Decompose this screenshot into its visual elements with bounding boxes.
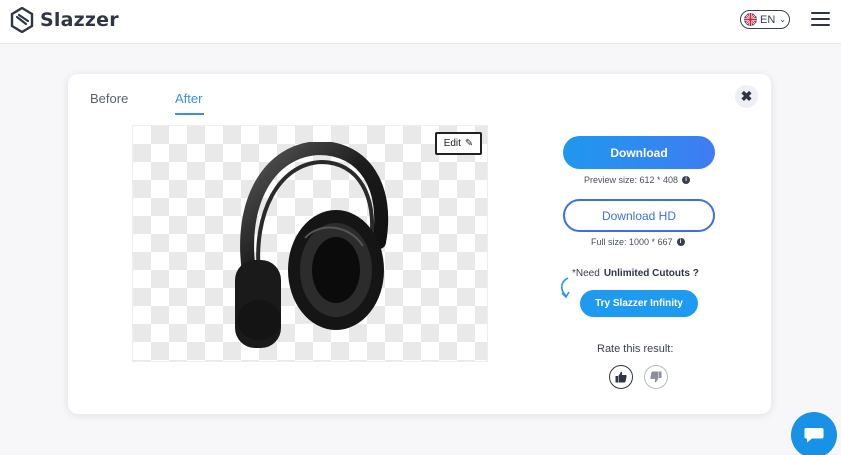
download-hd-button[interactable]: Download HD <box>563 199 715 232</box>
slazzer-logo-icon <box>10 7 34 33</box>
preview-size-text: Preview size: 612 * 408 <box>584 175 679 185</box>
brand-name: Slazzer <box>40 9 119 31</box>
chat-button[interactable] <box>791 412 837 455</box>
brand-logo[interactable]: Slazzer <box>10 7 119 33</box>
language-code: EN <box>760 13 776 26</box>
preview-size-note: Preview size: 612 * 408 i <box>584 175 691 185</box>
thumbs-up-button[interactable] <box>609 365 633 389</box>
menu-icon[interactable] <box>811 12 830 26</box>
upsell-prefix: *Need <box>572 268 600 279</box>
tab-after[interactable]: After <box>175 91 202 106</box>
headphones-image <box>235 142 389 348</box>
active-tab-indicator <box>175 113 204 115</box>
edit-label: Edit <box>443 138 461 149</box>
upsell-text: *Need Unlimited Cutouts ? <box>572 268 699 279</box>
curved-arrow-icon <box>560 277 570 299</box>
close-icon[interactable]: ✖ <box>735 85 758 108</box>
edit-button[interactable]: Edit ✎ <box>435 132 482 155</box>
full-size-note: Full size: 1000 * 667 i <box>591 237 685 247</box>
language-selector[interactable]: EN ⌄ <box>740 10 790 29</box>
tab-before[interactable]: Before <box>90 91 128 106</box>
upsell-highlight: Unlimited Cutouts ? <box>603 268 699 279</box>
full-size-text: Full size: 1000 * 667 <box>591 237 673 247</box>
thumbs-down-button[interactable] <box>644 365 668 389</box>
info-icon[interactable]: i <box>682 176 691 184</box>
result-card: Before After ✖ Edit ✎ Download Preview s… <box>68 74 771 414</box>
thumbs-up-icon <box>615 371 627 383</box>
download-button[interactable]: Download <box>563 136 715 169</box>
info-icon[interactable]: i <box>676 238 685 246</box>
chevron-down-icon: ⌄ <box>779 15 786 24</box>
try-infinity-button[interactable]: Try Slazzer Infinity <box>580 290 698 317</box>
rate-label: Rate this result: <box>597 343 674 355</box>
uk-flag-icon <box>744 13 757 26</box>
pencil-icon: ✎ <box>464 138 474 149</box>
chat-icon <box>804 428 824 443</box>
image-preview: Edit ✎ <box>132 125 488 362</box>
thumbs-down-icon <box>650 371 662 383</box>
top-bar: Slazzer EN ⌄ <box>0 0 841 44</box>
